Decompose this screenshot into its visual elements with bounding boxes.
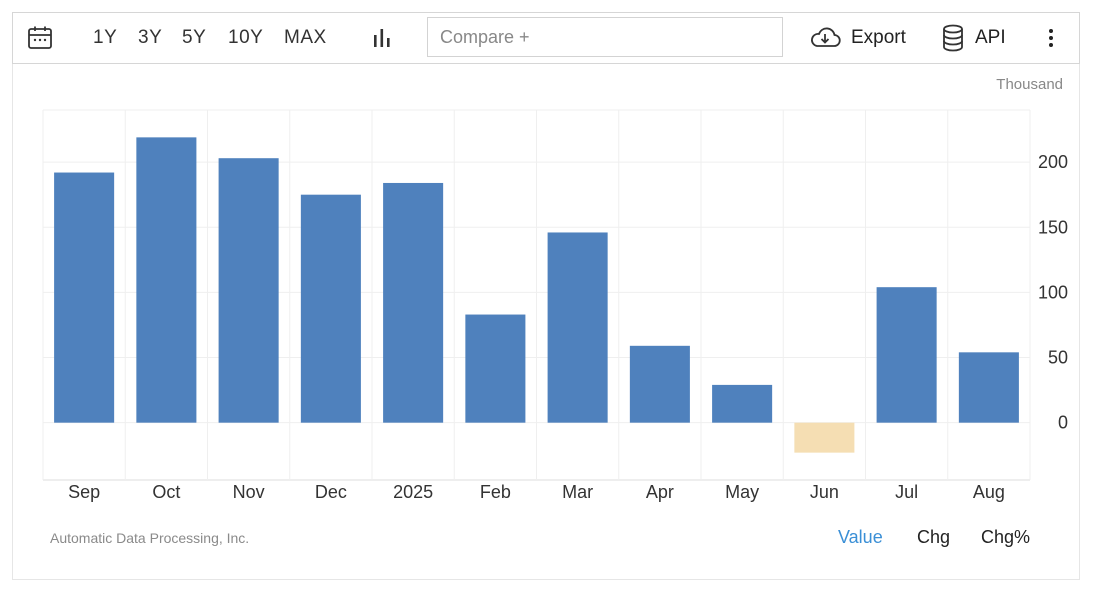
more-options-button[interactable] bbox=[1047, 13, 1055, 63]
export-button[interactable]: Export bbox=[809, 13, 906, 63]
calendar-icon bbox=[28, 26, 52, 49]
tab-chg[interactable]: Chg bbox=[917, 527, 950, 548]
tab-chg-percent[interactable]: Chg% bbox=[981, 527, 1030, 548]
cloud-download-icon bbox=[811, 27, 841, 47]
calendar-button[interactable] bbox=[27, 13, 53, 63]
source-label: Automatic Data Processing, Inc. bbox=[50, 530, 250, 546]
range-10y-button[interactable]: 10Y bbox=[228, 13, 263, 63]
compare-input[interactable] bbox=[427, 17, 783, 57]
range-1y-button[interactable]: 1Y bbox=[93, 13, 117, 63]
chart-container bbox=[12, 12, 1080, 580]
tab-value[interactable]: Value bbox=[838, 527, 883, 548]
database-icon bbox=[943, 24, 963, 52]
bar-chart-icon bbox=[374, 29, 390, 47]
chart-type-button[interactable] bbox=[371, 13, 393, 63]
range-5y-button[interactable]: 5Y bbox=[182, 13, 206, 63]
range-max-button[interactable]: MAX bbox=[284, 13, 327, 63]
unit-label: Thousand bbox=[996, 76, 1063, 93]
api-button[interactable]: API bbox=[941, 13, 1006, 63]
range-3y-button[interactable]: 3Y bbox=[138, 13, 162, 63]
export-label: Export bbox=[851, 27, 906, 48]
toolbar: 1Y 3Y 5Y 10Y MAX Export API bbox=[12, 12, 1080, 64]
more-vertical-icon bbox=[1049, 29, 1053, 47]
api-label: API bbox=[975, 27, 1006, 48]
